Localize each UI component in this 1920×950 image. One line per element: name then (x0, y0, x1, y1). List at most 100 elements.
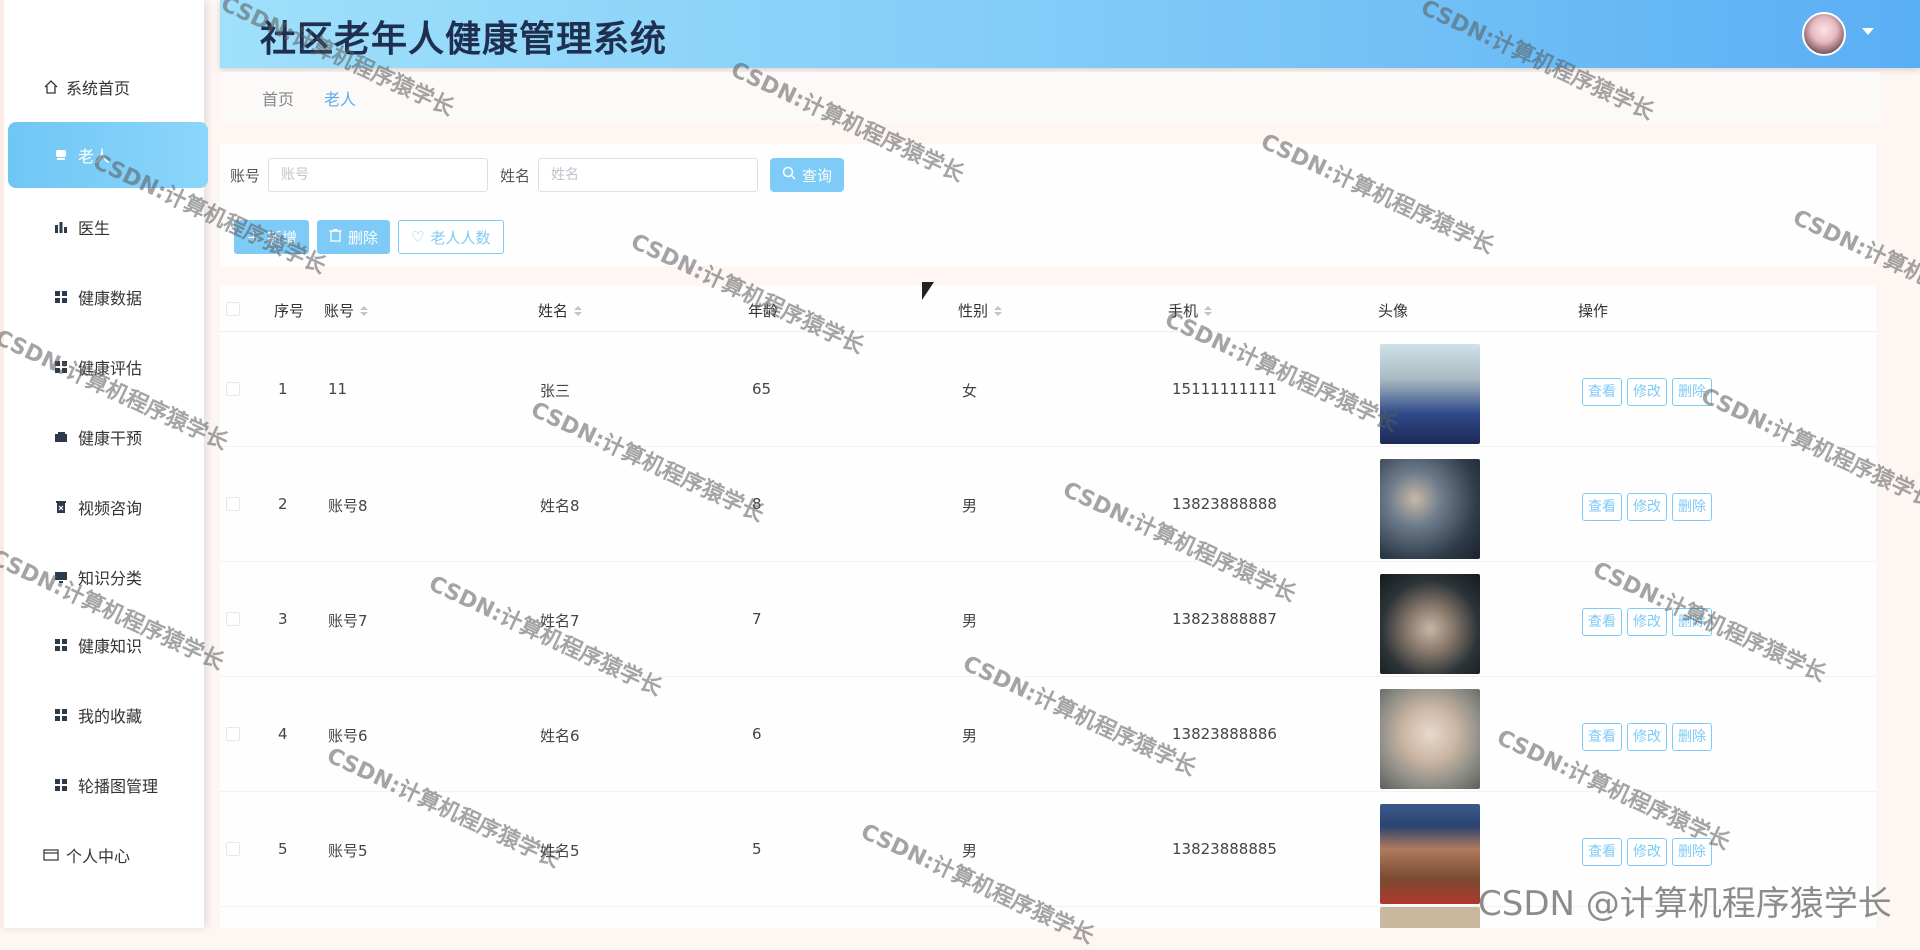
table-header: 序号 账号 姓名 年龄 性别 手机 头像 操作 (220, 286, 1876, 332)
cell-gender: 男 (962, 612, 978, 630)
sidebar-item-carousel[interactable]: 轮播图管理 (8, 752, 208, 818)
col-account-label: 账号 (324, 302, 355, 320)
cell-name: 姓名5 (540, 842, 580, 860)
view-button[interactable]: 查看 (1582, 493, 1622, 521)
view-button[interactable]: 查看 (1582, 378, 1622, 406)
home-icon (40, 76, 62, 98)
breadcrumb: 首页 老人 (220, 72, 1880, 124)
name-label: 姓名 (500, 166, 531, 185)
col-account[interactable]: 账号 (324, 300, 369, 321)
cell-age: 5 (752, 840, 762, 858)
top-header: 社区老年人健康管理系统 (220, 0, 1920, 68)
sort-icon[interactable] (360, 305, 369, 316)
avatar-photo[interactable] (1380, 804, 1480, 904)
view-button[interactable]: 查看 (1582, 723, 1622, 751)
breadcrumb-current: 老人 (324, 90, 357, 109)
row-operations: 查看 修改 删除 (1582, 378, 1712, 406)
delete-button[interactable]: 删除 (1672, 378, 1712, 406)
elderly-table: 序号 账号 姓名 年龄 性别 手机 头像 操作 1 11 张三 65 女 151… (220, 286, 1876, 928)
sidebar-item-health-assessment[interactable]: 健康评估 (8, 334, 208, 400)
elderly-count-button[interactable]: ♡ 老人人数 (398, 220, 504, 254)
sidebar-item-elderly[interactable]: 老人 (8, 122, 208, 188)
delete-button[interactable]: 删除 (1672, 608, 1712, 636)
grid-icon (50, 704, 72, 726)
col-gender-label: 性别 (958, 302, 989, 320)
delete-button[interactable]: 删除 (1672, 723, 1712, 751)
cell-account: 账号7 (328, 612, 368, 630)
sort-icon[interactable] (994, 305, 1003, 316)
sidebar-item-knowledge-category[interactable]: 知识分类 (8, 544, 208, 610)
cell-age: 8 (752, 495, 762, 513)
delete-button[interactable]: 删除 (1672, 493, 1712, 521)
row-checkbox[interactable] (226, 727, 240, 741)
cell-account: 账号5 (328, 842, 368, 860)
col-photo-label: 头像 (1378, 302, 1409, 320)
cell-phone: 13823888887 (1172, 610, 1277, 628)
avatar[interactable] (1802, 12, 1846, 56)
cell-index: 1 (278, 380, 288, 398)
mouse-cursor-icon (922, 282, 934, 300)
query-button[interactable]: 查询 (770, 158, 845, 192)
cell-name: 姓名7 (540, 612, 580, 630)
edit-button[interactable]: 修改 (1627, 723, 1667, 751)
sidebar-item-health-intervention[interactable]: 健康干预 (8, 404, 208, 470)
name-search-input[interactable] (538, 158, 759, 192)
cell-index: 4 (278, 725, 288, 743)
cell-account: 账号6 (328, 727, 368, 745)
view-button[interactable]: 查看 (1582, 838, 1622, 866)
edit-button[interactable]: 修改 (1627, 493, 1667, 521)
chart-icon (50, 216, 72, 238)
sidebar-item-label: 老人 (78, 147, 111, 166)
sidebar-item-label: 我的收藏 (78, 707, 143, 726)
delete-button[interactable]: 删除 (1672, 838, 1712, 866)
sidebar-item-profile[interactable]: 个人中心 (8, 822, 208, 888)
sort-icon[interactable] (574, 305, 583, 316)
query-button-label: 查询 (802, 166, 833, 185)
account-search-input[interactable] (268, 158, 489, 192)
edit-button[interactable]: 修改 (1627, 608, 1667, 636)
batch-delete-button[interactable]: 删除 (317, 220, 391, 254)
heart-icon: ♡ (411, 228, 425, 246)
cell-age: 7 (752, 610, 762, 628)
sidebar-item-video-consult[interactable]: 视频咨询 (8, 474, 208, 540)
col-age[interactable]: 年龄 (748, 300, 778, 321)
sort-icon[interactable] (1204, 305, 1213, 316)
sidebar-item-health-data[interactable]: 健康数据 (8, 264, 208, 330)
sidebar-item-health-knowledge[interactable]: 健康知识 (8, 612, 208, 678)
col-operations-label: 操作 (1578, 302, 1609, 320)
edit-button[interactable]: 修改 (1627, 378, 1667, 406)
sidebar-item-doctor[interactable]: 医生 (8, 194, 208, 260)
sidebar-item-label: 健康评估 (78, 359, 143, 378)
edit-button[interactable]: 修改 (1627, 838, 1667, 866)
row-checkbox[interactable] (226, 612, 240, 626)
row-checkbox[interactable] (226, 842, 240, 856)
avatar-photo[interactable] (1380, 689, 1480, 789)
row-checkbox[interactable] (226, 382, 240, 396)
sidebar-item-favorites[interactable]: 我的收藏 (8, 682, 208, 748)
user-icon (50, 144, 72, 166)
sidebar-item-label: 健康数据 (78, 289, 143, 308)
sidebar: 系统首页 老人 医生 健康数据 健康评估 健康干预 视频咨询 知识分类 健康知识… (0, 0, 208, 928)
cell-name: 姓名8 (540, 497, 580, 515)
add-button[interactable]: ＋ 新增 (234, 220, 310, 254)
app-title: 社区老年人健康管理系统 (260, 19, 668, 60)
chevron-down-icon[interactable] (1862, 28, 1874, 35)
table-row: 1 11 张三 65 女 15111111111 查看 修改 删除 (220, 332, 1876, 447)
select-all-checkbox[interactable] (226, 302, 240, 316)
row-checkbox[interactable] (226, 497, 240, 511)
sidebar-item-home[interactable]: 系统首页 (8, 54, 208, 120)
col-phone-label: 手机 (1168, 302, 1199, 320)
cell-age: 65 (752, 380, 772, 398)
breadcrumb-home[interactable]: 首页 (262, 86, 294, 110)
delete-icon (50, 496, 72, 518)
col-gender[interactable]: 性别 (958, 300, 1003, 321)
cell-gender: 男 (962, 497, 978, 515)
avatar-photo[interactable] (1380, 459, 1480, 559)
grid-icon (50, 774, 72, 796)
avatar-photo[interactable] (1380, 344, 1480, 444)
col-name[interactable]: 姓名 (538, 300, 583, 321)
cell-account: 11 (328, 380, 348, 398)
col-phone[interactable]: 手机 (1168, 300, 1213, 321)
avatar-photo[interactable] (1380, 574, 1480, 674)
view-button[interactable]: 查看 (1582, 608, 1622, 636)
